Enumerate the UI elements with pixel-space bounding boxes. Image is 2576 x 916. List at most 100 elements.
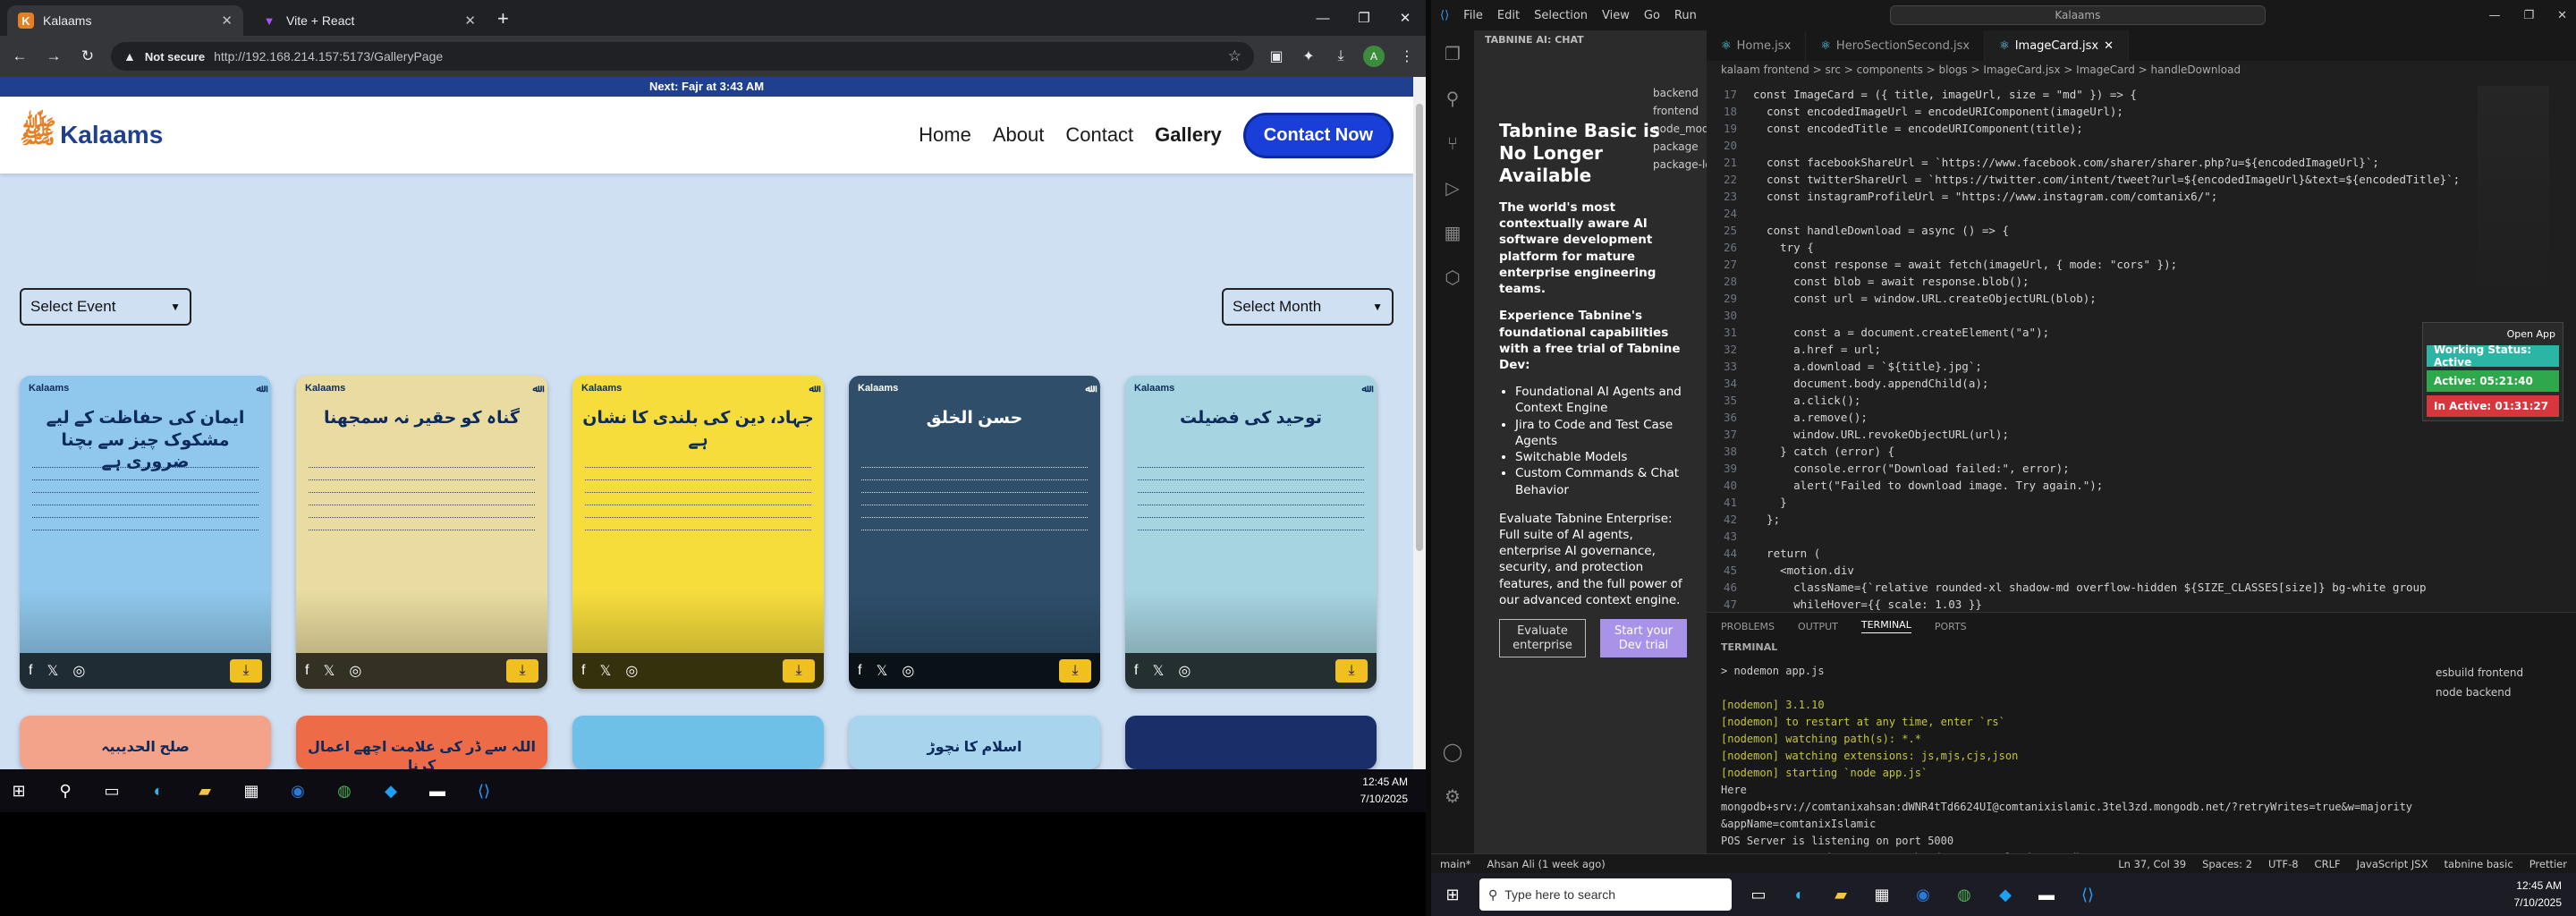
url-text[interactable]: http://192.168.214.157:5173/GalleryPage: [214, 49, 443, 64]
x-twitter-icon[interactable]: 𝕏: [876, 662, 887, 680]
select-month-dropdown[interactable]: Select Month ▼: [1222, 288, 1394, 326]
edge-icon[interactable]: ◐: [145, 777, 172, 804]
panel-tab[interactable]: PORTS: [1935, 621, 1967, 632]
browser-tab-vite[interactable]: ▼ Vite + React ✕: [250, 5, 487, 36]
page-scrollbar[interactable]: [1413, 77, 1426, 769]
store-icon[interactable]: ▦: [1868, 886, 1896, 904]
code-line[interactable]: 44 return (: [1707, 545, 2576, 562]
open-app-button[interactable]: Open App: [2427, 327, 2559, 342]
taskbar-clock[interactable]: 12:45 AM 7/10/2025: [2514, 878, 2569, 912]
menu-run[interactable]: Run: [1674, 9, 1697, 22]
gallery-card[interactable]: Kalaams ﷲ حسن الخلق f 𝕏 ◎ ⤓: [849, 376, 1100, 689]
code-line[interactable]: 37 window.URL.revokeObjectURL(url);: [1707, 426, 2576, 443]
code-line[interactable]: 22 const twitterShareUrl = `https://twit…: [1707, 171, 2576, 188]
nav-about[interactable]: About: [993, 123, 1045, 147]
encoding[interactable]: UTF-8: [2268, 858, 2299, 870]
edge-icon[interactable]: ◐: [1785, 886, 1814, 904]
code-line[interactable]: 45 <motion.div: [1707, 562, 2576, 579]
terminal-output[interactable]: > nodemon app.js [nodemon] 3.1.10 [nodemon…: [1721, 663, 2419, 867]
folder-item[interactable]: backend: [1653, 84, 1707, 102]
download-button[interactable]: ⤓: [230, 659, 262, 683]
address-bar[interactable]: ▲ Not secure http://192.168.214.157:5173…: [111, 42, 1254, 71]
breadcrumb[interactable]: kalaam frontend > src > components > blo…: [1707, 61, 2576, 81]
taskbar-clock[interactable]: 12:45 AM 7/10/2025: [1360, 774, 1420, 808]
outlook-icon[interactable]: ◉: [284, 777, 311, 804]
task-view-icon[interactable]: ▭: [1744, 886, 1773, 904]
windows-start-icon[interactable]: ⊞: [5, 777, 32, 804]
git-blame[interactable]: Ahsan Ali (1 week ago): [1487, 858, 1605, 870]
x-twitter-icon[interactable]: 𝕏: [1152, 662, 1164, 680]
folder-item[interactable]: frontend: [1653, 102, 1707, 120]
gallery-card[interactable]: Kalaams ﷲ ایمان کی حفاظت کے لیے مشکوک چیز …: [20, 376, 271, 689]
menu-go[interactable]: Go: [1644, 9, 1660, 22]
restore-icon[interactable]: ❐: [2523, 9, 2534, 22]
command-center-search[interactable]: Kalaams: [1889, 5, 2266, 25]
code-line[interactable]: 17 const ImageCard = ({ title, imageUrl, …: [1707, 86, 2576, 103]
vscode-icon[interactable]: ⟨⟩: [2073, 886, 2102, 904]
nav-contact[interactable]: Contact: [1065, 123, 1133, 147]
prettier-status[interactable]: Prettier: [2529, 858, 2567, 870]
tabnine-status[interactable]: tabnine basic: [2444, 858, 2512, 870]
code-line[interactable]: 27 const response = await fetch(imageUrl…: [1707, 256, 2576, 273]
tabnine-icon[interactable]: ⬡: [1445, 267, 1460, 288]
download-button[interactable]: ⤓: [1059, 659, 1091, 683]
close-window-icon[interactable]: ✕: [2557, 9, 2567, 22]
instagram-icon[interactable]: ◎: [349, 662, 361, 680]
x-twitter-icon[interactable]: 𝕏: [323, 662, 335, 680]
taskbar-search-box[interactable]: ⚲ Type here to search: [1479, 878, 1732, 911]
select-event-dropdown[interactable]: Select Event ▼: [20, 288, 191, 326]
puzzle-icon[interactable]: ✦: [1299, 47, 1318, 65]
explorer-icon[interactable]: ❐: [1445, 43, 1461, 64]
terminal-instance[interactable]: esbuild frontend: [2436, 663, 2523, 683]
code-line[interactable]: 23 const instagramProfileUrl = "https://…: [1707, 188, 2576, 205]
menu-file[interactable]: File: [1463, 9, 1483, 22]
terminal-icon[interactable]: ▬: [424, 777, 451, 804]
minimize-icon[interactable]: —: [1302, 0, 1343, 36]
app-icon[interactable]: ◆: [377, 777, 404, 804]
facebook-icon[interactable]: f: [305, 663, 309, 679]
outlook-icon[interactable]: ◉: [1909, 886, 1937, 904]
facebook-icon[interactable]: f: [29, 663, 32, 679]
profile-avatar[interactable]: A: [1363, 46, 1385, 67]
app-icon[interactable]: ◆: [1991, 886, 2020, 904]
code-line[interactable]: 25 const handleDownload = async () => {: [1707, 222, 2576, 239]
vscode-icon[interactable]: ⟨⟩: [470, 777, 497, 804]
gallery-card[interactable]: Kalaams ﷲ جہاد، دین کی بلندی کا نشان ہے f 𝕏 ◎…: [572, 376, 824, 689]
code-line[interactable]: 21 const facebookShareUrl = `https://www…: [1707, 154, 2576, 171]
menu-icon[interactable]: ⋮: [1397, 47, 1417, 65]
cursor-position[interactable]: Ln 37, Col 39: [2118, 858, 2186, 870]
run-debug-icon[interactable]: ▷: [1445, 177, 1459, 199]
download-icon[interactable]: ⤓: [1331, 48, 1351, 64]
branch-indicator[interactable]: main*: [1440, 858, 1470, 870]
reload-icon[interactable]: ↻: [77, 47, 98, 65]
code-line[interactable]: 26 try {: [1707, 239, 2576, 256]
task-view-icon[interactable]: ▭: [98, 777, 125, 804]
x-twitter-icon[interactable]: 𝕏: [599, 662, 611, 680]
minimize-icon[interactable]: —: [2488, 9, 2500, 22]
gallery-card[interactable]: صلح الحدیبیہ: [20, 716, 271, 769]
editor-tab[interactable]: ⚛ Home.jsx: [1707, 30, 1807, 61]
download-button[interactable]: ⤓: [506, 659, 538, 683]
site-logo[interactable]: ﷺ Kalaams: [20, 114, 163, 157]
evaluate-enterprise-button[interactable]: Evaluate enterprise: [1499, 619, 1586, 658]
terminal-instance[interactable]: node backend: [2436, 683, 2523, 702]
instagram-icon[interactable]: ◎: [902, 662, 914, 680]
indentation[interactable]: Spaces: 2: [2202, 858, 2252, 870]
terminal-icon[interactable]: ▬: [2032, 886, 2061, 904]
search-icon[interactable]: ⚲: [1446, 88, 1460, 109]
line-ending[interactable]: CRLF: [2315, 858, 2341, 870]
code-line[interactable]: 39 console.error("Download failed:", err…: [1707, 460, 2576, 477]
download-button[interactable]: ⤓: [783, 659, 815, 683]
close-tab-icon[interactable]: ✕: [221, 13, 233, 29]
menu-edit[interactable]: Edit: [1497, 9, 1520, 22]
code-line[interactable]: 41 }: [1707, 494, 2576, 511]
code-line[interactable]: 18 const encodedImageUrl = encodeURIComp…: [1707, 103, 2576, 120]
contact-now-button[interactable]: Contact Now: [1242, 112, 1394, 158]
facebook-icon[interactable]: f: [858, 663, 861, 679]
code-line[interactable]: 42 };: [1707, 511, 2576, 528]
restore-icon[interactable]: ❐: [1343, 0, 1385, 36]
gallery-card[interactable]: [1125, 716, 1377, 769]
panel-tab[interactable]: TERMINAL: [1860, 619, 1911, 633]
search-icon[interactable]: ⚲: [52, 777, 79, 804]
settings-gear-icon[interactable]: ⚙: [1445, 785, 1461, 807]
